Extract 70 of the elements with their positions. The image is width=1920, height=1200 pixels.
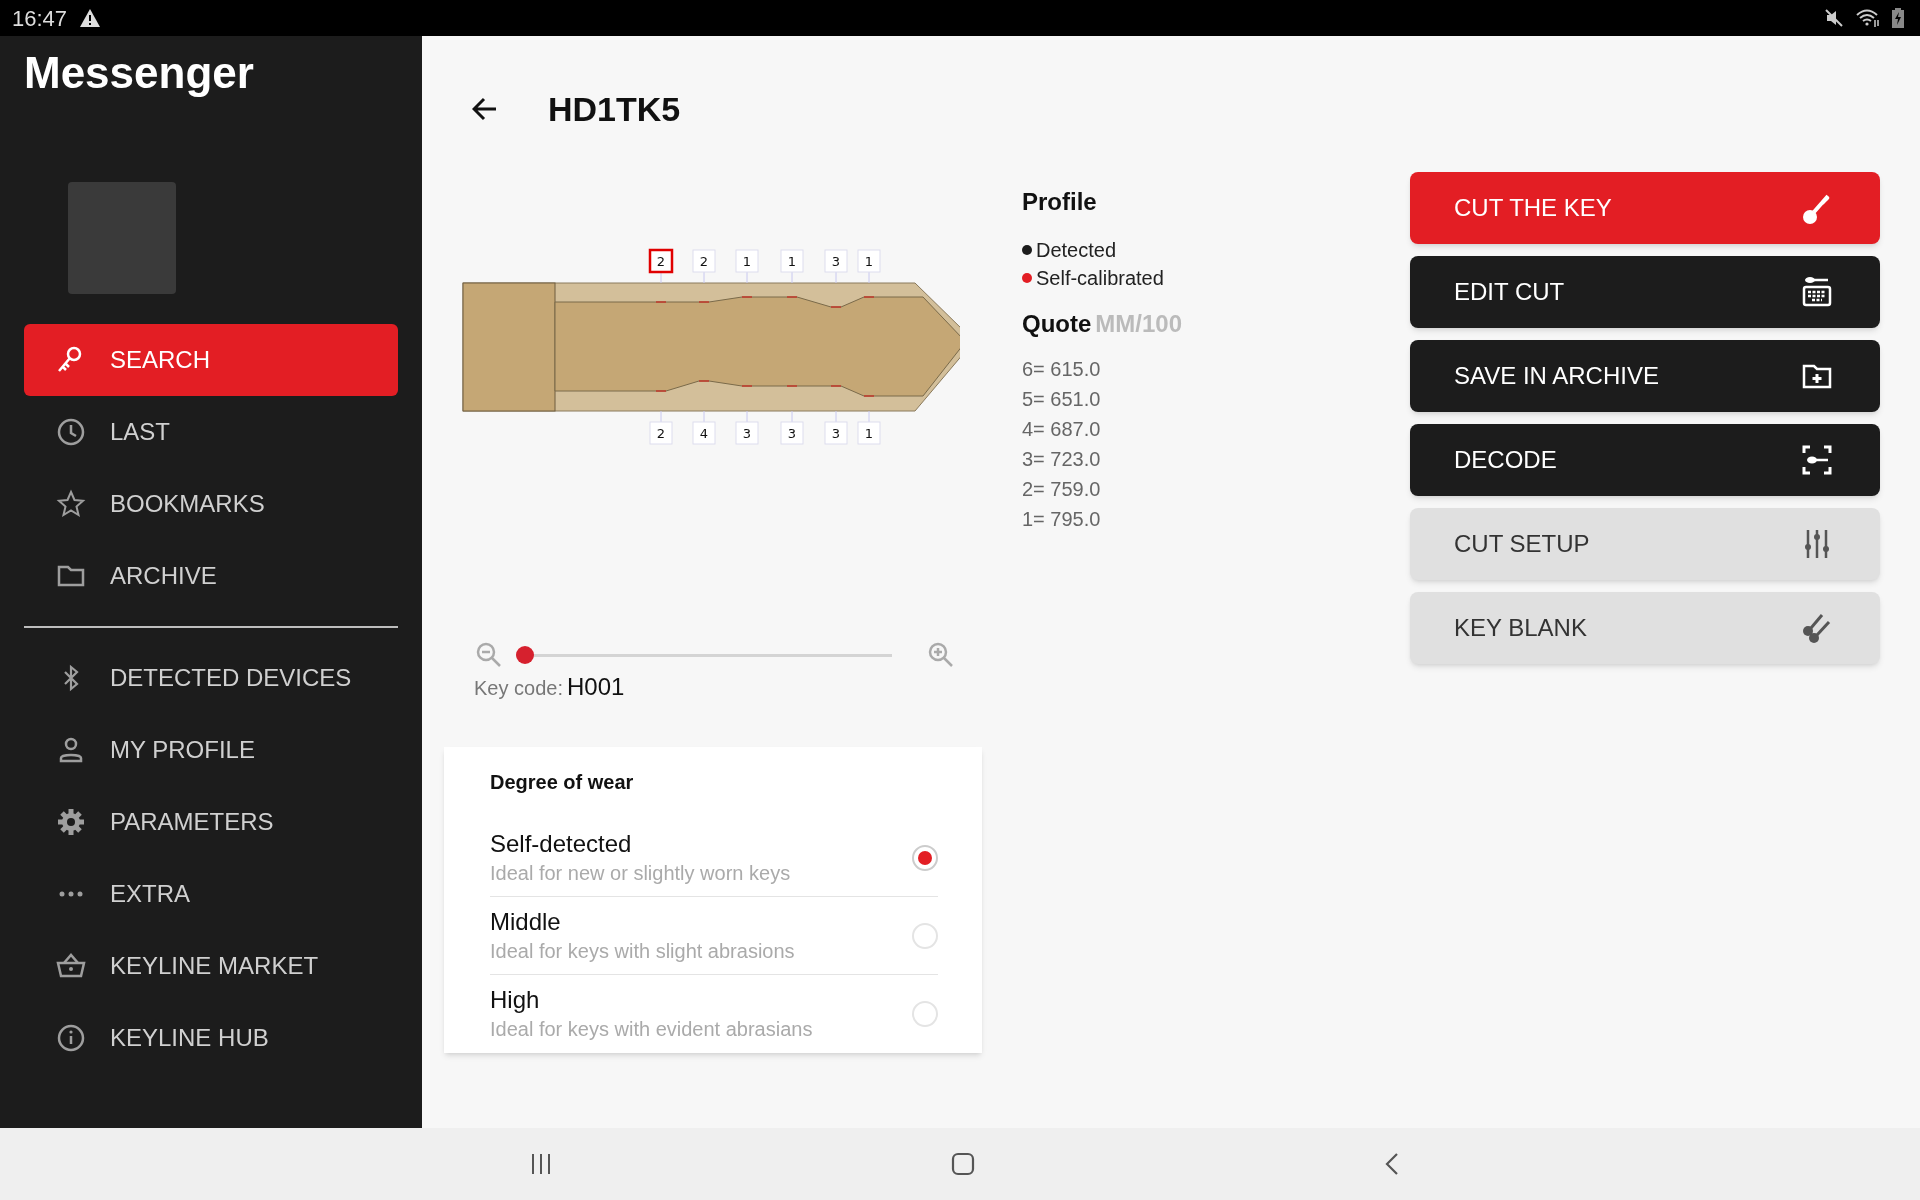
profile-title: Profile	[1022, 187, 1098, 217]
cut-depth-label[interactable]: 3	[824, 421, 848, 445]
action-button[interactable]: CUT SETUP	[1410, 508, 1880, 580]
radio-button[interactable]	[912, 922, 938, 949]
sidebar-item[interactable]: KEYLINE MARKET	[24, 930, 398, 1002]
key-code-value: H001	[566, 672, 625, 702]
wear-title: Degree of wear	[490, 770, 635, 795]
back-arrow-icon[interactable]	[472, 97, 498, 121]
wear-option-description: Ideal for new or slightly worn keys	[490, 860, 792, 886]
radio-button[interactable]	[912, 844, 938, 871]
quote-value: 5= 651.0	[1022, 387, 1102, 412]
cut-depth-label[interactable]: 1	[857, 421, 881, 445]
sidebar-item[interactable]: SEARCH	[24, 324, 398, 396]
page-title: HD1TK5	[548, 88, 681, 130]
quote-value: 1= 795.0	[1022, 507, 1102, 532]
sidebar-item[interactable]: DETECTED DEVICES	[24, 642, 398, 714]
action-button[interactable]: CUT THE KEY	[1410, 172, 1880, 244]
settings-icon	[56, 807, 86, 837]
quote-value: 2= 759.0	[1022, 477, 1102, 502]
cut-depth-label[interactable]: 1	[857, 249, 881, 273]
quote-value: 3= 723.0	[1022, 447, 1102, 472]
mute-icon	[1824, 8, 1844, 28]
key-code-label: Key code:	[474, 676, 563, 701]
wear-option-title: High	[490, 985, 541, 1015]
sidebar-item[interactable]: LAST	[24, 396, 398, 468]
legend-label: Detected	[1036, 238, 1117, 263]
zoom-slider-thumb[interactable]	[516, 646, 534, 664]
sidebar-item[interactable]: PARAMETERS	[24, 786, 398, 858]
scan-frame-icon	[1800, 443, 1834, 477]
cut-depth-label[interactable]: 2	[648, 248, 674, 274]
star-icon	[56, 489, 86, 519]
wear-option-title: Self-detected	[490, 828, 633, 859]
sidebar-item[interactable]: KEYLINE HUB	[24, 1002, 398, 1074]
wifi-icon	[1856, 8, 1880, 28]
sidebar-item[interactable]: MY PROFILE	[24, 714, 398, 786]
cut-depth-label[interactable]: 2	[649, 421, 673, 445]
action-button[interactable]: DECODE	[1410, 424, 1880, 496]
keyboard-icon	[1800, 275, 1834, 309]
status-time: 16:47	[12, 4, 68, 33]
cut-depth-label[interactable]: 3	[780, 421, 804, 445]
cut-depth-label[interactable]: 4	[692, 421, 716, 445]
sidebar-item[interactable]: EXTRA	[24, 858, 398, 930]
wear-option-title: Middle	[490, 906, 562, 937]
info-icon	[56, 1023, 86, 1053]
battery-charging-icon	[1892, 8, 1904, 28]
action-button[interactable]: EDIT CUT	[1410, 256, 1880, 328]
sidebar-item[interactable]: BOOKMARKS	[24, 468, 398, 540]
zoom-slider-track[interactable]	[516, 646, 892, 664]
quote-value: 4= 687.0	[1022, 417, 1102, 442]
cut-depth-label[interactable]: 3	[735, 421, 759, 445]
action-button[interactable]: KEY BLANK	[1410, 592, 1880, 664]
legend-label: Self-calibrated	[1036, 266, 1164, 291]
wear-option-description: Ideal for keys with evident abrasians	[490, 1017, 814, 1042]
back-icon[interactable]	[1385, 1152, 1399, 1176]
warning-icon	[79, 8, 102, 28]
clock-icon	[56, 417, 86, 447]
radio-button[interactable]	[912, 1001, 938, 1027]
quote-unit: MM/100	[1095, 309, 1183, 339]
wear-option-description: Ideal for keys with slight abrasions	[490, 938, 796, 964]
action-button[interactable]: SAVE IN ARCHIVE	[1410, 340, 1880, 412]
app-title: Messenger	[23, 47, 255, 99]
quote-title: Quote	[1022, 309, 1092, 339]
cut-depth-label[interactable]: 1	[780, 249, 804, 273]
sidebar-item[interactable]: ARCHIVE	[24, 540, 398, 612]
recent-apps-icon[interactable]	[530, 1153, 552, 1175]
cut-depth-label[interactable]: 1	[735, 249, 759, 273]
quote-value: 6= 615.0	[1022, 357, 1102, 382]
cut-depth-label[interactable]: 2	[692, 249, 716, 273]
cut-depth-label[interactable]: 3	[824, 249, 848, 273]
home-icon[interactable]	[951, 1152, 975, 1176]
